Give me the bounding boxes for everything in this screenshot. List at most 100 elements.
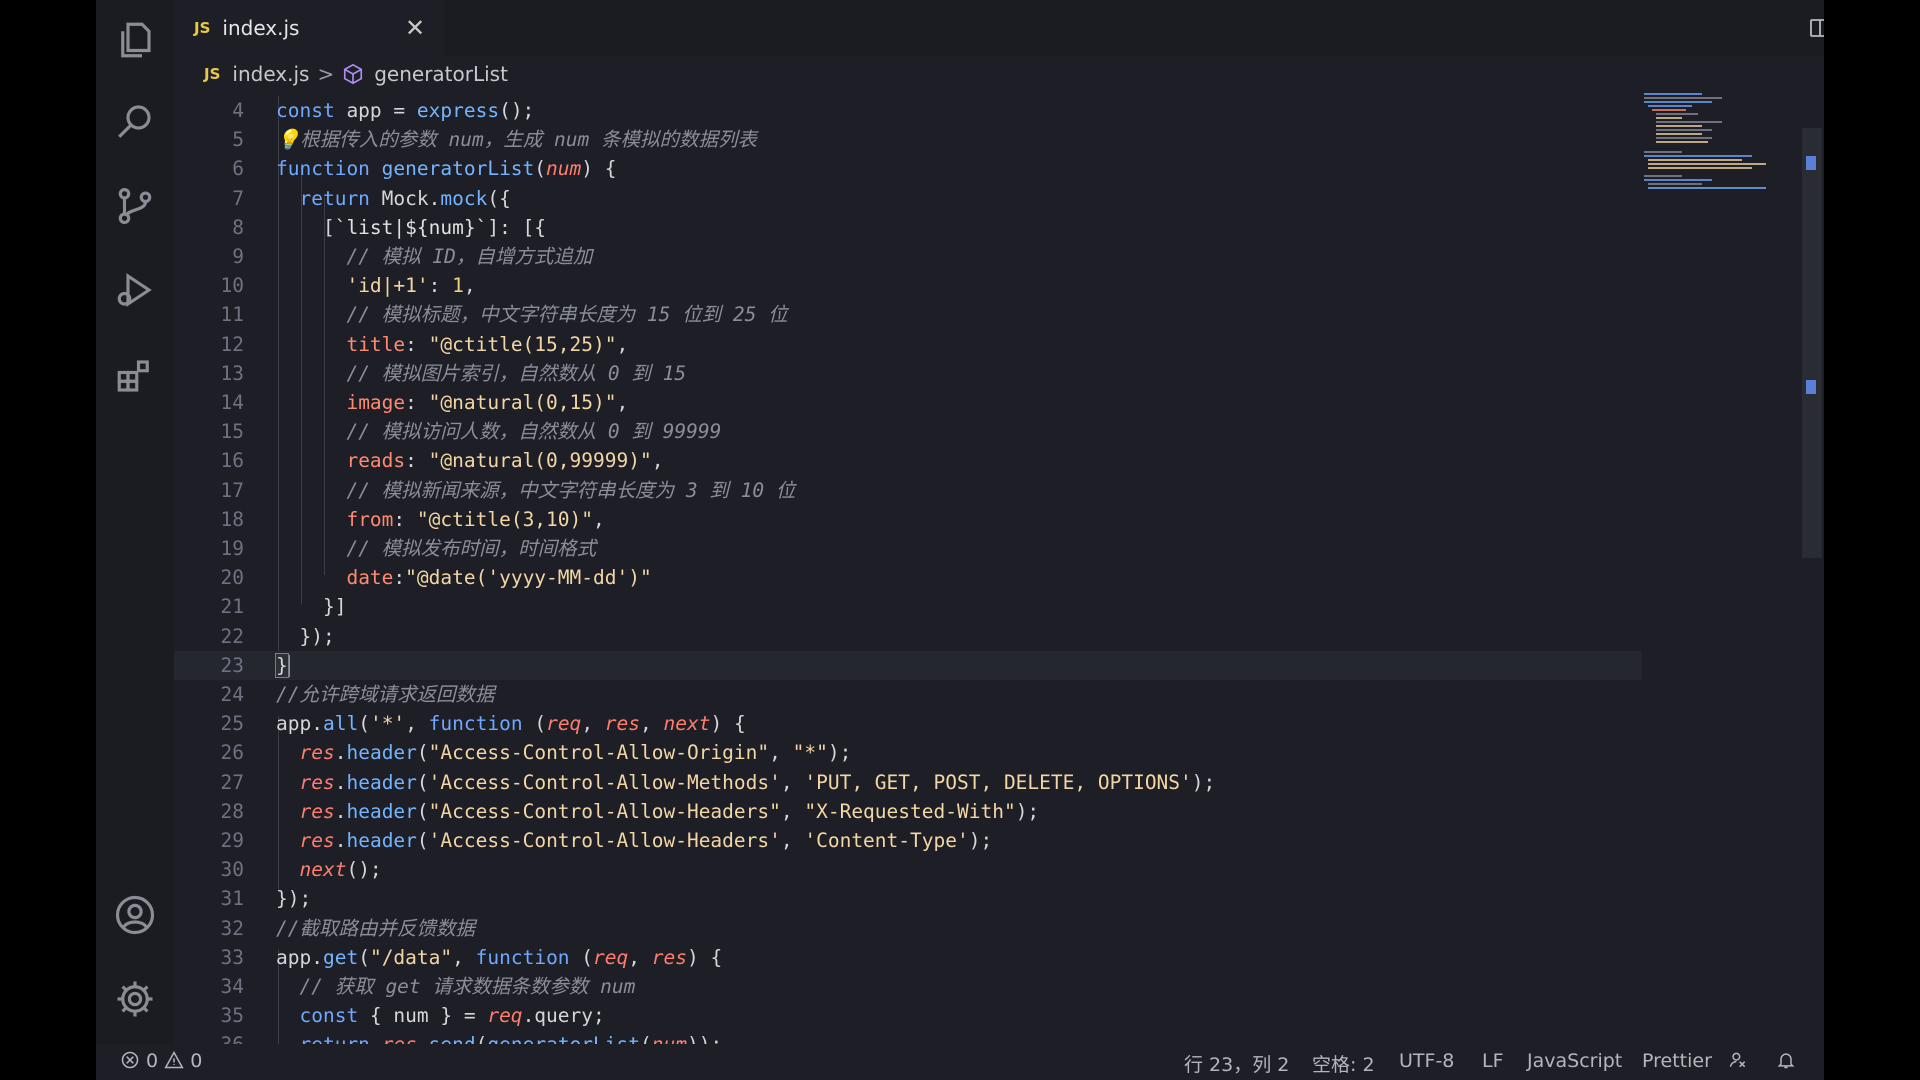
line-number: 30 [220,858,244,882]
breadcrumb: JS index.js > generatorList [174,56,1824,92]
breadcrumb-file[interactable]: index.js [232,62,309,86]
notifications-bell-icon[interactable] [1776,1050,1796,1072]
line-number: 16 [220,449,244,473]
code-text: return res.send(generatorList(num)); [276,1030,722,1044]
code-text: return Mock.mock({ [299,186,511,210]
line-number: 24 [220,683,244,706]
line-number: 18 [220,507,244,531]
code-line[interactable]: 14 image: "@natural(0,15)", [174,388,1642,417]
code-line[interactable]: 35 const { num } = req.query; [174,1001,1642,1030]
language-mode[interactable]: JavaScript [1527,1050,1622,1072]
line-number: 9 [232,245,244,268]
line-number: 10 [220,274,244,298]
code-text: function generatorList(num) { [276,157,617,181]
line-number: 33 [220,945,244,969]
minimap[interactable] [1642,92,1778,202]
code-line[interactable]: 22 }); [174,622,1642,651]
code-line[interactable]: 23} [174,650,1642,680]
code-text: // 模拟标题，中文字符串长度为 15 位到 25 位 [346,303,788,327]
code-line[interactable]: 8 [`list|${num}`]: [{ [174,213,1642,242]
code-line[interactable]: 19 // 模拟发布时间，时间格式 [174,534,1642,563]
code-line[interactable]: 9 // 模拟 ID，自增方式追加 [174,242,1642,271]
line-number: 19 [220,537,244,560]
formatter[interactable]: Prettier [1642,1050,1712,1072]
line-number: 21 [220,595,244,619]
code-line[interactable]: 27 res.header('Access-Control-Allow-Meth… [174,768,1642,797]
feedback-icon[interactable] [1728,1050,1748,1072]
settings-gear-icon[interactable] [111,975,159,1023]
files-icon[interactable] [111,16,159,64]
code-text: title: "@ctitle(15,25)", [346,332,629,356]
code-line[interactable]: 6 function generatorList(num) { [174,154,1642,183]
code-line[interactable]: 28 res.header("Access-Control-Allow-Head… [174,797,1642,826]
tab-index-js[interactable]: JS index.js ✕ [174,0,444,56]
line-number: 11 [220,303,244,327]
code-line[interactable]: 16 reads: "@natural(0,99999)", [174,446,1642,475]
code-line[interactable]: 4 const app = express(); [174,96,1642,125]
line-number: 31 [220,887,244,911]
split-editor-icon[interactable] [1804,12,1824,44]
line-number: 23 [220,653,244,677]
js-file-icon: JS [194,19,211,37]
code-line[interactable]: 36 return res.send(generatorList(num)); [174,1030,1642,1044]
code-text: // 模拟新闻来源，中文字符串长度为 3 到 10 位 [346,478,796,502]
code-line[interactable]: 15 // 模拟访问人数，自然数从 0 到 99999 [174,417,1642,446]
breadcrumb-symbol[interactable]: generatorList [374,62,508,86]
code-text: //允许跨域请求返回数据 [276,683,495,706]
code-text: reads: "@natural(0,99999)", [346,449,664,473]
source-control-icon[interactable] [111,182,159,230]
search-icon[interactable] [111,97,159,145]
code-line[interactable]: 29 res.header('Access-Control-Allow-Head… [174,826,1642,855]
code-text: //截取路由并反馈数据 [276,916,475,940]
code-text: }); [276,887,312,911]
code-editor[interactable]: 4 const app = express(); 5 💡根据传入的参数 num，生成 … [174,96,1642,1044]
cursor-position[interactable]: 行 23，列 2 [1184,1050,1289,1077]
code-line[interactable]: 5 💡根据传入的参数 num，生成 num 条模拟的数据列表 [174,125,1642,154]
js-file-icon: JS [204,65,221,83]
code-line[interactable]: 17 // 模拟新闻来源，中文字符串长度为 3 到 10 位 [174,476,1642,505]
activity-bar [96,0,174,1080]
indentation[interactable]: 空格: 2 [1312,1050,1375,1077]
end-of-line[interactable]: LF [1482,1050,1504,1072]
code-line[interactable]: 33 app.get("/data", function (req, res) { [174,943,1642,972]
line-number: 22 [220,624,244,648]
problems-indicator[interactable]: 0 0 [120,1050,202,1072]
code-line[interactable]: 30 next(); [174,855,1642,884]
code-line[interactable]: 20 date:"@date('yyyy-MM-dd')" [174,563,1642,592]
account-icon[interactable] [111,891,159,939]
code-line[interactable]: 25 app.all('*', function (req, res, next)… [174,709,1642,738]
code-line[interactable]: 11 // 模拟标题，中文字符串长度为 15 位到 25 位 [174,300,1642,329]
code-line[interactable]: 12 title: "@ctitle(15,25)", [174,330,1642,359]
code-line[interactable]: 18 from: "@ctitle(3,10)", [174,505,1642,534]
line-number: 15 [220,420,244,444]
code-line[interactable]: 10 'id|+1': 1, [174,271,1642,300]
code-text: app.all('*', function (req, res, next) { [276,712,746,736]
line-number: 20 [220,566,244,590]
code-line[interactable]: 13 // 模拟图片索引，自然数从 0 到 15 [174,359,1642,388]
symbol-method-icon [344,63,363,85]
close-icon[interactable]: ✕ [401,14,429,42]
code-text: date:"@date('yyyy-MM-dd')" [346,566,652,590]
breadcrumb-separator: > [317,62,335,86]
line-number: 34 [220,975,244,998]
code-line[interactable]: 32 //截取路由并反馈数据 [174,914,1642,943]
code-text: // 模拟访问人数，自然数从 0 到 99999 [346,420,722,444]
code-text: next(); [299,858,382,882]
code-line[interactable]: 34 // 获取 get 请求数据条数参数 num [174,972,1642,1001]
line-number: 13 [220,361,244,385]
warning-icon [164,1050,184,1069]
code-line[interactable]: 21 }] [174,592,1642,621]
vertical-scrollbar[interactable] [1802,128,1822,558]
code-text: // 获取 get 请求数据条数参数 num [299,975,636,998]
encoding[interactable]: UTF-8 [1399,1050,1454,1072]
code-text: const app = express(); [276,99,535,122]
extensions-icon[interactable] [111,352,159,400]
line-number: 27 [220,770,244,794]
code-line[interactable]: 26 res.header("Access-Control-Allow-Orig… [174,738,1642,767]
code-line[interactable]: 31}); [174,884,1642,913]
code-line[interactable]: 24 //允许跨域请求返回数据 [174,680,1642,709]
code-line[interactable]: 7 return Mock.mock({ [174,184,1642,213]
line-number: 35 [220,1004,244,1028]
run-debug-icon[interactable] [111,266,159,314]
line-number: 29 [220,829,244,852]
